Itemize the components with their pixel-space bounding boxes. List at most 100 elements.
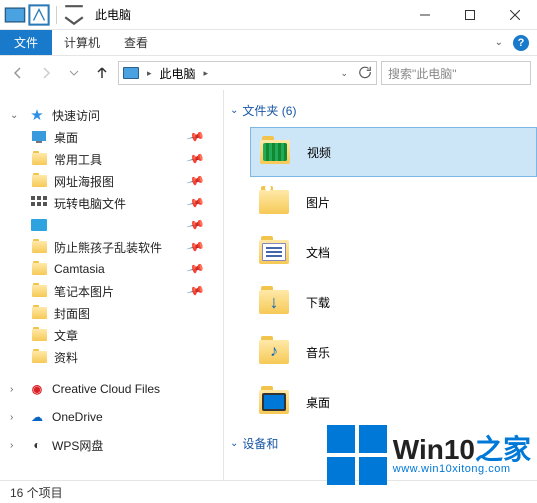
folder-icon (30, 238, 48, 256)
tree-item[interactable]: 防止熊孩子乱装软件📌 (0, 236, 223, 258)
qat-dropdown[interactable] (63, 4, 85, 26)
tree-item[interactable]: Camtasia📌 (0, 258, 223, 280)
tree-item-label: 网址海报图 (54, 173, 114, 190)
quick-access-label: 快速访问 (52, 107, 100, 124)
expand-icon[interactable]: › (10, 440, 22, 451)
group-header-folders[interactable]: ⌄ 文件夹 (6) (230, 98, 537, 127)
expand-icon[interactable]: › (10, 412, 22, 423)
tree-item[interactable]: 封面图 (0, 302, 223, 324)
folder-label: 文档 (306, 244, 330, 261)
status-bar: 16 个项目 (0, 480, 537, 503)
refresh-button[interactable] (358, 65, 372, 82)
pin-icon: 📌 (186, 171, 206, 191)
group-header-devices[interactable]: ⌄ 设备和 (230, 431, 537, 460)
tree-item[interactable]: 网址海报图 📌 (0, 170, 223, 192)
grid-icon (30, 194, 48, 212)
qat-properties[interactable] (28, 4, 50, 26)
tree-item[interactable]: 文章 (0, 324, 223, 346)
ribbon-expand-icon[interactable]: ⌄ (495, 37, 503, 48)
folder-icon (30, 150, 48, 168)
item-count: 16 个项目 (10, 484, 63, 501)
folder-icon (30, 282, 48, 300)
group-label: 设备和 (242, 435, 278, 452)
folder-icon (30, 326, 48, 344)
close-button[interactable] (492, 0, 537, 30)
folder-item-downloads[interactable]: ↓下载 (250, 277, 537, 327)
folder-list: 视频 图片 文档 ↓下载 ♪音乐 桌面 (230, 127, 537, 427)
folder-item-pictures[interactable]: 图片 (250, 177, 537, 227)
pin-icon: 📌 (186, 281, 206, 301)
collapse-icon[interactable]: ⌄ (10, 110, 22, 121)
address-dropdown[interactable]: ⌄ (334, 68, 354, 79)
search-input[interactable]: 搜索"此电脑" (381, 61, 531, 85)
chevron-right-icon[interactable]: ▸ (200, 68, 213, 79)
tree-item-label: WPS网盘 (52, 437, 103, 454)
minimize-button[interactable] (402, 0, 447, 30)
folder-icon (30, 304, 48, 322)
pin-icon: 📌 (186, 193, 206, 213)
breadcrumb[interactable]: 此电脑 (160, 65, 196, 82)
maximize-button[interactable] (447, 0, 492, 30)
file-tab[interactable]: 文件 (0, 30, 52, 55)
address-bar[interactable]: ▸ 此电脑 ▸ ⌄ (118, 61, 377, 85)
titlebar: 此电脑 (0, 0, 537, 30)
folder-icon (30, 172, 48, 190)
navigation-tree: ⌄ ★ 快速访问 桌面📌 常用工具📌 网址海报图📌 玩转电脑文件📌 📌 防止熊孩… (0, 90, 224, 480)
ribbon: 文件 计算机 查看 ⌄ ? (0, 30, 537, 56)
app-icon[interactable] (4, 4, 26, 26)
recent-dropdown[interactable] (62, 61, 86, 85)
forward-button[interactable] (34, 61, 58, 85)
tree-item[interactable]: 📌 (0, 214, 223, 236)
folder-item-videos[interactable]: 视频 (250, 127, 537, 177)
tree-item[interactable]: 常用工具 📌 (0, 148, 223, 170)
folder-item-music[interactable]: ♪音乐 (250, 327, 537, 377)
folder-icon (30, 260, 48, 278)
chevron-down-icon: ⌄ (230, 105, 238, 116)
quick-access-toolbar (0, 4, 89, 26)
folder-item-documents[interactable]: 文档 (250, 227, 537, 277)
desktop-icon (30, 128, 48, 146)
tree-item-label: 玩转电脑文件 (54, 195, 126, 212)
folder-item-desktop[interactable]: 桌面 (250, 377, 537, 427)
search-placeholder: 搜索"此电脑" (388, 65, 457, 82)
onedrive-root[interactable]: ›☁OneDrive (0, 406, 223, 428)
tree-item-label: 常用工具 (54, 151, 102, 168)
expand-icon[interactable]: › (10, 384, 22, 395)
folder-label: 视频 (307, 144, 331, 161)
tree-item-label: 文章 (54, 327, 78, 344)
wps-root[interactable]: › ◐ WPS网盘 (0, 434, 223, 456)
tree-item[interactable]: 桌面📌 (0, 126, 223, 148)
tree-item-label: 资料 (54, 349, 78, 366)
chevron-right-icon[interactable]: ▸ (143, 68, 156, 79)
navigation-row: ▸ 此电脑 ▸ ⌄ 搜索"此电脑" (0, 56, 537, 90)
back-button[interactable] (6, 61, 30, 85)
folder-label: 桌面 (306, 394, 330, 411)
folder-label: 下载 (306, 294, 330, 311)
pin-icon: 📌 (186, 149, 206, 169)
pin-icon: 📌 (186, 215, 206, 235)
window-title: 此电脑 (89, 6, 131, 23)
photo-icon (30, 216, 48, 234)
creative-cloud-root[interactable]: ›◉Creative Cloud Files (0, 378, 223, 400)
tree-item-label: 封面图 (54, 305, 90, 322)
folder-icon (30, 348, 48, 366)
help-button[interactable]: ? (513, 35, 529, 51)
tree-item[interactable]: 笔记本图片 📌 (0, 280, 223, 302)
up-button[interactable] (90, 61, 114, 85)
tree-item-label: Camtasia (54, 262, 105, 276)
group-label: 文件夹 (6) (242, 102, 296, 119)
tree-item-label: 笔记本图片 (54, 283, 114, 300)
quick-access-root[interactable]: ⌄ ★ 快速访问 (0, 104, 223, 126)
star-icon: ★ (28, 106, 46, 124)
cloud-icon: ☁ (28, 408, 46, 426)
folder-label: 图片 (306, 194, 330, 211)
tree-item-label: 桌面 (54, 129, 78, 146)
tab-view[interactable]: 查看 (112, 30, 160, 55)
folder-label: 音乐 (306, 344, 330, 361)
tab-computer[interactable]: 计算机 (52, 30, 112, 55)
tree-item-label: 防止熊孩子乱装软件 (54, 239, 162, 256)
tree-item[interactable]: 资料 (0, 346, 223, 368)
content-pane: ⌄ 文件夹 (6) 视频 图片 文档 ↓下载 ♪音乐 桌面 ⌄ 设备和 (224, 90, 537, 480)
tree-item[interactable]: 玩转电脑文件 📌 (0, 192, 223, 214)
wps-icon: ◐ (28, 436, 46, 454)
